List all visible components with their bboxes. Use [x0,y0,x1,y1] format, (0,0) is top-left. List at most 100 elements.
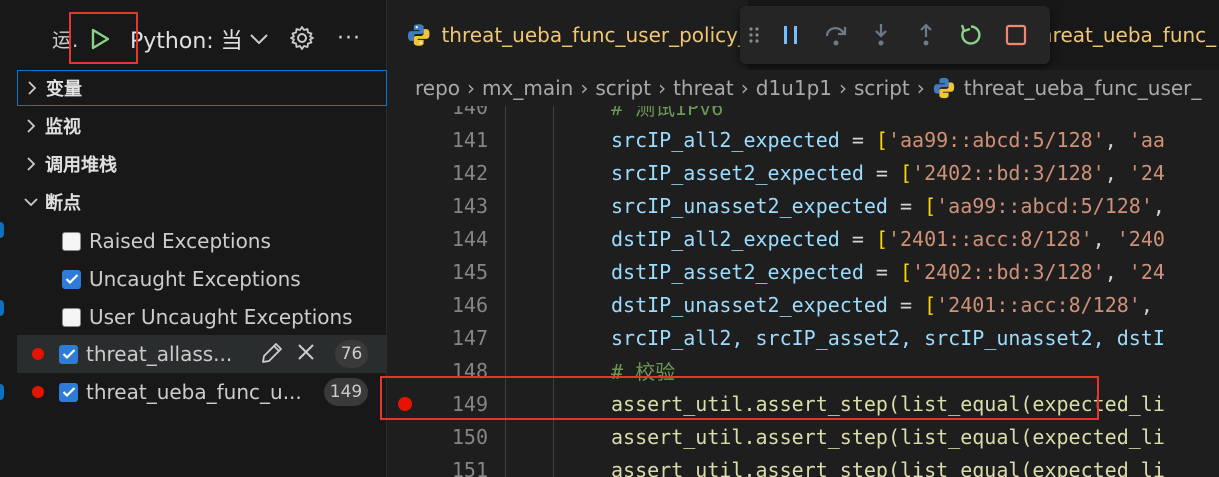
code-editor[interactable]: 140 # 测试IPv6 141 srcIP_all2_expected = [… [388,106,1219,477]
code-token: , [1092,226,1117,251]
code-token: '2402::bd:3/128' [912,160,1105,185]
code-token: dstIP_all2_expected [611,226,840,251]
code-line[interactable]: 147 srcIP_all2, srcIP_asset2, srcIP_unas… [388,321,1219,354]
code-token: , [1140,292,1153,317]
step-into-button[interactable] [858,6,903,64]
play-icon [91,28,110,50]
code-token: 'aa [1128,127,1165,152]
checkbox[interactable] [62,269,81,289]
code-line[interactable]: 145 dstIP_asset2_expected = ['2402::bd:3… [388,255,1219,288]
breakpoint-raised-exceptions[interactable]: Raised Exceptions [17,222,387,260]
step-into-icon [874,24,887,46]
code-token: [ [900,259,913,284]
pause-icon [783,26,797,44]
checkbox[interactable] [59,344,78,364]
breakpoint-label: threat_allass... [86,342,233,366]
breakpoint-file-row[interactable]: threat_ueba_func_u... 149 [17,373,387,411]
start-debugging-button[interactable] [80,20,120,58]
breadcrumb-separator-icon: › [916,76,925,100]
debug-config-select[interactable]: Python: 当 [130,20,269,58]
breadcrumb-item[interactable]: threat_ueba_func_user_ [964,76,1202,100]
breakpoint-dot-icon [32,386,44,398]
breakpoint-user-uncaught-exceptions[interactable]: User Uncaught Exceptions [17,298,387,336]
tab-threat-ueba-user-policy[interactable]: threat_ueba_func_user_policy_ [388,0,748,70]
breadcrumb-item[interactable]: mx_main [482,76,573,100]
breadcrumb-item[interactable]: script [595,76,651,100]
step-over-button[interactable] [813,6,858,64]
stop-icon [1005,24,1026,46]
line-number: 151 [451,457,488,477]
debug-config-value: Python: 当 [130,29,243,54]
checkbox[interactable] [59,382,78,402]
code-token: srcIP_asset2_expected [611,160,864,185]
code-line[interactable]: 151 assert_util.assert_step(list_equal(e… [388,453,1219,477]
code-line[interactable]: 142 srcIP_asset2_expected = ['2402::bd:3… [388,156,1219,189]
drag-handle[interactable] [740,6,768,64]
checkmark-icon [65,274,78,285]
section-variables[interactable]: 变量 [17,70,387,106]
open-launch-json-button[interactable] [286,22,318,54]
code-line[interactable]: 148 # 校验 [388,354,1219,387]
code-token: , [1152,193,1165,218]
tab-label: threat_ueba_func_user_policy_ [441,23,748,47]
edit-breakpoint-button[interactable] [259,340,285,371]
remove-breakpoint-button[interactable] [295,341,317,368]
step-over-icon [825,27,846,46]
more-actions-button[interactable]: ··· [334,22,364,54]
section-call-stack-label: 调用堆栈 [45,155,117,176]
code-token: , [1104,259,1129,284]
section-call-stack[interactable]: 调用堆栈 [17,146,387,182]
restart-button[interactable] [948,6,993,64]
line-number: 146 [451,292,488,317]
checkbox[interactable] [62,231,81,251]
breakpoint-label: threat_ueba_func_u... [86,380,302,404]
line-number: 147 [451,325,488,350]
tab-threat-ueba-func[interactable]: hreat_ueba_func_ [1040,0,1219,70]
code-line-breakpoint[interactable]: 149 assert_util.assert_step(list_equal(e… [388,387,1219,420]
code-comment: # 测试IPv6 [611,106,724,120]
breadcrumb-separator-icon: › [839,76,848,100]
code-token: [ [875,226,888,251]
code-line[interactable]: 150 assert_util.assert_step(list_equal(e… [388,420,1219,453]
run-view-title: 运. [52,28,79,52]
breadcrumb-item[interactable]: repo [415,76,460,100]
chevron-right-icon [17,118,45,134]
breakpoint-dot-icon[interactable] [398,396,412,411]
chevron-down-icon [17,196,45,208]
breakpoint-uncaught-exceptions[interactable]: Uncaught Exceptions [17,260,387,298]
activity-badge[interactable] [0,300,4,316]
code-line[interactable]: 141 srcIP_all2_expected = ['aa99::abcd:5… [388,123,1219,156]
activity-badge[interactable] [0,384,4,400]
pause-button[interactable] [768,6,813,64]
line-number: 148 [451,358,488,383]
activity-badge[interactable] [0,222,4,238]
breakpoint-dot-icon [32,348,44,360]
code-token: , [1104,127,1129,152]
breakpoint-label: User Uncaught Exceptions [89,305,353,329]
breadcrumb-item[interactable]: threat [673,76,734,100]
section-watch[interactable]: 监视 [17,108,387,144]
code-line[interactable]: 144 dstIP_all2_expected = ['2401::acc:8/… [388,222,1219,255]
code-token: dstIP_unasset2_expected [611,292,888,317]
breadcrumb-item[interactable]: d1u1p1 [756,76,832,100]
chevron-right-icon [17,156,45,172]
code-content: dstIP_all2_expected = ['2401::acc:8/128'… [611,227,1165,251]
checkbox[interactable] [62,307,81,327]
code-line[interactable]: 140 # 测试IPv6 [388,106,1219,123]
line-number: 143 [451,193,488,218]
step-out-button[interactable] [903,6,948,64]
breakpoint-file-row[interactable]: threat_allass... 76 [17,335,387,373]
checkmark-icon [62,349,75,360]
line-number: 145 [451,259,488,284]
stop-button[interactable] [993,6,1038,64]
code-content: srcIP_all2_expected = ['aa99::abcd:5/128… [611,128,1165,152]
code-line[interactable]: 143 srcIP_unasset2_expected = ['aa99::ab… [388,189,1219,222]
breadcrumb-item[interactable]: script [854,76,910,100]
code-content: srcIP_asset2_expected = ['2402::bd:3/128… [611,161,1165,185]
section-breakpoints[interactable]: 断点 [17,184,387,220]
code-token: [ [924,292,937,317]
breadcrumb-separator-icon: › [740,76,749,100]
python-file-icon [933,77,954,99]
chevron-down-icon [249,34,268,45]
code-line[interactable]: 146 dstIP_unasset2_expected = ['2401::ac… [388,288,1219,321]
